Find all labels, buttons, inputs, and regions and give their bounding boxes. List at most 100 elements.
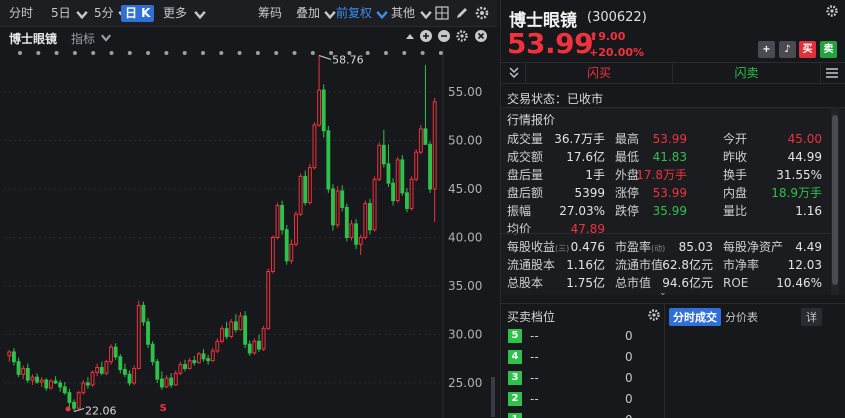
candle-body — [58, 382, 63, 388]
quote-scrollbar[interactable] — [831, 107, 839, 295]
fundamental-label: 总市值 — [615, 276, 651, 290]
chevron-down-icon[interactable] — [322, 7, 336, 20]
orderbook-row[interactable]: 5 -- 0 — [507, 328, 657, 344]
tab-daily-k[interactable]: 日 K — [121, 5, 155, 22]
overlay-dropdown[interactable]: 叠加 — [296, 6, 320, 21]
fundamental-value: 94.6亿元 — [662, 276, 713, 290]
chart-subbar: 博士眼镜 指标 — [0, 27, 497, 47]
candle-body — [377, 144, 382, 180]
fundamental-label: 总股本 — [507, 276, 543, 290]
candle-body — [90, 371, 95, 386]
quote-label: 盘后额 — [507, 186, 544, 200]
indicator-dropdown[interactable]: 指标 — [71, 30, 95, 47]
candle-body — [164, 377, 169, 388]
fundamental-value: 4.49 — [795, 240, 822, 254]
candle-body — [35, 376, 39, 383]
details-button[interactable]: 详 — [801, 308, 822, 326]
high-label: 58.76 — [332, 54, 364, 67]
tab-5min[interactable]: 5分 — [94, 6, 114, 21]
candle-body — [270, 237, 275, 272]
chevron-up-icon[interactable] — [403, 29, 417, 43]
candle-body — [127, 373, 132, 384]
quote-value: 17.6亿 — [566, 150, 605, 164]
candle-body — [201, 353, 206, 360]
y-tick-label: 50.00 — [448, 134, 482, 148]
candle-body — [210, 350, 215, 362]
kline-chart[interactable]: 55.00 50.00 45.00 40.00 35.00 30.00 25.00 58.76… — [0, 47, 497, 418]
flash-sell-button[interactable]: 闪卖 — [673, 63, 821, 84]
orderbook-row[interactable]: 3 -- 0 — [507, 370, 657, 386]
chevron-down-icon[interactable] — [74, 7, 88, 20]
zoom-in-icon[interactable] — [419, 29, 433, 43]
fundamental-label: ROE — [723, 276, 748, 290]
candle-body — [280, 204, 285, 231]
event-marker-dot — [384, 51, 388, 55]
settings-icon[interactable] — [474, 5, 490, 21]
quote-value: 18.9万手 — [771, 186, 822, 200]
collapse-icon[interactable] — [508, 66, 520, 80]
fundamental-label-text: 市净率 — [723, 258, 760, 272]
event-marker-dot — [164, 51, 169, 55]
candle-body — [12, 351, 16, 363]
candle-body — [368, 203, 372, 231]
fundamental-label-text: 市盈率 — [615, 240, 652, 254]
zoom-out-icon[interactable] — [437, 29, 451, 43]
candle-body — [192, 360, 197, 364]
chevron-down-icon[interactable] — [192, 7, 206, 20]
quote-label: 成交量 — [507, 132, 544, 146]
orderbook-row[interactable]: 2 -- 0 — [507, 391, 657, 407]
chevron-down-icon[interactable] — [99, 31, 111, 42]
orderbook-row[interactable]: 1 -- 0 — [507, 412, 657, 418]
chevron-down-icon[interactable] — [374, 7, 388, 20]
fundamental-label: 每股净资产 — [723, 240, 783, 254]
quote-label: 振幅 — [507, 204, 532, 218]
candle-body — [423, 128, 428, 145]
tab-price-table[interactable]: 分价表 — [725, 309, 758, 325]
menu-icon[interactable] — [825, 67, 839, 79]
fundamental-value: 1.75亿 — [566, 276, 605, 290]
sell-button[interactable]: 卖 — [820, 41, 837, 58]
quote-label: 成交额 — [507, 150, 544, 164]
add-watchlist-icon[interactable]: + — [758, 41, 775, 58]
forward-adjust-dropdown[interactable]: 前复权 — [336, 6, 372, 21]
close-icon[interactable] — [474, 29, 488, 43]
quote-label: 量比 — [723, 204, 748, 218]
fundamental-label: 市盈率(动) — [615, 240, 665, 256]
candle-body — [266, 270, 271, 330]
candle-body — [224, 328, 229, 337]
pen-icon[interactable] — [454, 5, 470, 21]
level-badge: 1 — [508, 413, 522, 418]
tab-intraday[interactable]: 分时 — [9, 6, 33, 21]
scrollbar-thumb[interactable] — [832, 115, 838, 285]
tab-5day[interactable]: 5日 — [51, 6, 71, 21]
candle-body — [233, 321, 238, 331]
candle-body — [257, 340, 261, 350]
chart-toolbar: 分时 5日 5分 日 K 更多 筹码 叠加 前复权 其他 — [0, 0, 497, 27]
candle-body — [261, 328, 266, 350]
gear-icon[interactable] — [455, 29, 469, 43]
gear-icon[interactable] — [825, 4, 839, 18]
chips-button[interactable]: 筹码 — [258, 6, 282, 21]
event-marker-dot — [292, 51, 297, 55]
candle-body — [150, 343, 155, 363]
candle-body — [109, 346, 113, 363]
candle-body — [372, 178, 377, 231]
other-dropdown[interactable]: 其他 — [391, 6, 415, 21]
y-tick-label: 55.00 — [448, 85, 482, 99]
chevron-down-icon[interactable] — [418, 7, 432, 20]
gear-icon[interactable] — [647, 308, 661, 322]
flash-buy-button[interactable]: 闪买 — [525, 63, 673, 84]
grid-icon[interactable] — [434, 5, 450, 21]
expand-chevron-icon[interactable]: ⌄ — [659, 288, 667, 298]
tab-time-sales[interactable]: 分时成交 — [669, 308, 721, 326]
tab-more[interactable]: 更多 — [163, 6, 187, 21]
level-volume: 0 — [625, 392, 633, 406]
orderbook-row[interactable]: 4 -- 0 — [507, 349, 657, 365]
candle-body — [169, 377, 174, 386]
candle-body — [155, 361, 160, 380]
candle-body — [344, 206, 349, 238]
fundamental-label-text: ROE — [723, 276, 749, 290]
buy-button[interactable]: 买 — [799, 41, 816, 58]
quote-value: 36.7万手 — [554, 132, 605, 146]
bell-icon[interactable]: ♪ — [779, 41, 796, 58]
